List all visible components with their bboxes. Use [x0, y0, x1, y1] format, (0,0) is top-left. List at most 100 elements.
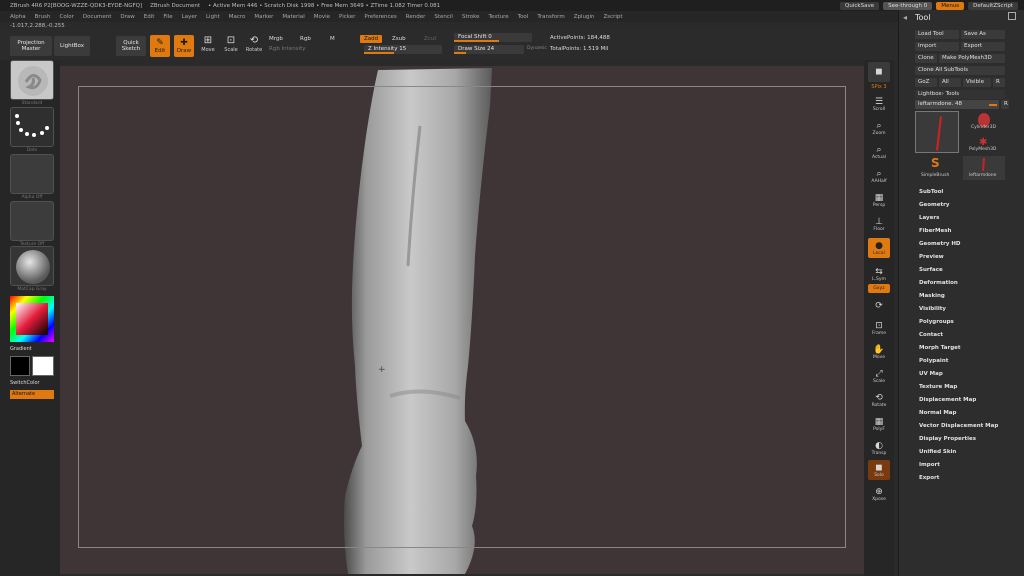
- menu-preferences[interactable]: Preferences: [364, 14, 396, 20]
- menu-material[interactable]: Material: [282, 14, 304, 20]
- menu-stencil[interactable]: Stencil: [434, 14, 453, 20]
- lsym-button[interactable]: ⇆ L.Sym: [868, 264, 890, 284]
- current-tool-slider[interactable]: leftarmdone. 48: [915, 100, 999, 109]
- frame-button[interactable]: ⊡ Frame: [868, 318, 890, 338]
- solo-button[interactable]: ◼ Solo: [868, 460, 890, 480]
- spix-slider[interactable]: SPix 3: [868, 82, 890, 92]
- texture-thumbnail[interactable]: [10, 201, 54, 241]
- color-picker[interactable]: [10, 296, 54, 342]
- rotate-button[interactable]: ⟲ Rotate: [244, 35, 264, 57]
- bpr-button[interactable]: ◼: [868, 62, 890, 82]
- focal-shift-slider[interactable]: Focal Shift 0: [454, 33, 532, 42]
- xyz-rotate-button[interactable]: ⟳: [868, 296, 890, 316]
- draw-size-slider[interactable]: Draw Size 24: [454, 45, 524, 54]
- menu-layer[interactable]: Layer: [182, 14, 197, 20]
- scale-button[interactable]: ⊡ Scale: [221, 35, 241, 57]
- section-masking[interactable]: Masking: [919, 293, 945, 299]
- section-surface[interactable]: Surface: [919, 267, 943, 273]
- quick-sketch-button[interactable]: Quick Sketch: [116, 36, 146, 56]
- tool-thumb-cylinder[interactable]: Cylinder3D: [963, 111, 1005, 131]
- section-visibility[interactable]: Visibility: [919, 306, 946, 312]
- menu-file[interactable]: File: [163, 14, 172, 20]
- menu-picker[interactable]: Picker: [339, 14, 355, 20]
- material-thumbnail[interactable]: [10, 246, 54, 286]
- menu-brush[interactable]: Brush: [35, 14, 51, 20]
- gxyz-button[interactable]: Gxyz: [868, 284, 890, 293]
- r-small-button[interactable]: R: [1001, 100, 1009, 109]
- tool-thumb-simplebrush[interactable]: S SimpleBrush: [915, 156, 959, 180]
- local-button[interactable]: ● Local: [868, 238, 890, 258]
- xpose-button[interactable]: ⊕ Xpose: [868, 484, 890, 504]
- menu-marker[interactable]: Marker: [254, 14, 273, 20]
- scroll-button[interactable]: ☰ Scroll: [868, 94, 890, 114]
- actual-button[interactable]: ⌕ Actual: [868, 142, 890, 162]
- section-texture-map[interactable]: Texture Map: [919, 384, 957, 390]
- clone-button[interactable]: Clone: [915, 54, 937, 63]
- tool-thumb-leftarm-2[interactable]: leftarmdone: [963, 156, 1005, 180]
- tool-palette-title[interactable]: Tool: [915, 13, 931, 22]
- lightbox-button[interactable]: LightBox: [54, 36, 90, 56]
- collapse-icon[interactable]: ◂: [903, 13, 907, 22]
- tool-thumb-leftarm[interactable]: [915, 111, 959, 153]
- make-polymesh-button[interactable]: Make PolyMesh3D: [939, 54, 1005, 63]
- menu-transform[interactable]: Transform: [537, 14, 564, 20]
- transp-button[interactable]: ◐ Transp: [868, 438, 890, 458]
- switch-color-button[interactable]: SwitchColor: [10, 380, 40, 386]
- section-unified-skin[interactable]: Unified Skin: [919, 449, 956, 455]
- section-display-properties[interactable]: Display Properties: [919, 436, 976, 442]
- menu-draw[interactable]: Draw: [120, 14, 134, 20]
- menu-alpha[interactable]: Alpha: [10, 14, 26, 20]
- menu-texture[interactable]: Texture: [489, 14, 509, 20]
- draw-button[interactable]: ✚ Draw: [174, 35, 194, 57]
- menu-render[interactable]: Render: [406, 14, 426, 20]
- gradient-label[interactable]: Gradient: [10, 346, 32, 352]
- stroke-thumbnail[interactable]: [10, 107, 54, 147]
- section-fibermesh[interactable]: FiberMesh: [919, 228, 951, 234]
- section-morph-target[interactable]: Morph Target: [919, 345, 961, 351]
- menu-light[interactable]: Light: [206, 14, 220, 20]
- quicksave-button[interactable]: QuickSave: [840, 1, 880, 10]
- m-toggle[interactable]: M: [330, 36, 335, 42]
- section-vector-displacement-map[interactable]: Vector Displacement Map: [919, 423, 998, 429]
- brush-thumbnail[interactable]: [10, 60, 54, 100]
- clone-all-subtools-button[interactable]: Clone All SubTools: [915, 66, 1005, 75]
- goz-r-button[interactable]: R: [993, 78, 1005, 87]
- section-subtool[interactable]: SubTool: [919, 189, 943, 195]
- section-preview[interactable]: Preview: [919, 254, 944, 260]
- secondary-color-swatch[interactable]: [32, 356, 54, 376]
- projection-master-button[interactable]: Projection Master: [10, 36, 52, 56]
- polyf-button[interactable]: ▦ PolyF: [868, 414, 890, 434]
- move-button[interactable]: ⊞ Move: [198, 35, 218, 57]
- alpha-thumbnail[interactable]: [10, 154, 54, 194]
- import-tool-button[interactable]: Import: [915, 42, 959, 51]
- menus-button[interactable]: Menus: [936, 1, 965, 10]
- menu-tool[interactable]: Tool: [518, 14, 529, 20]
- section-import[interactable]: Import: [919, 462, 940, 468]
- load-tool-button[interactable]: Load Tool: [915, 30, 959, 39]
- section-normal-map[interactable]: Normal Map: [919, 410, 956, 416]
- goz-visible-button[interactable]: Visible: [963, 78, 991, 87]
- rotate-view-button[interactable]: ⟲ Rotate: [868, 390, 890, 410]
- menu-macro[interactable]: Macro: [229, 14, 246, 20]
- menu-zscript[interactable]: Zscript: [603, 14, 622, 20]
- goz-all-button[interactable]: All: [939, 78, 961, 87]
- zsub-toggle[interactable]: Zsub: [392, 36, 406, 42]
- zoom-button[interactable]: ⌕ Zoom: [868, 118, 890, 138]
- section-polygroups[interactable]: Polygroups: [919, 319, 954, 325]
- save-as-button[interactable]: Save As: [961, 30, 1005, 39]
- palette-popout-icon[interactable]: [1008, 12, 1016, 20]
- rgb-intensity-slider[interactable]: Rgb Intensity: [269, 46, 306, 52]
- lightbox-tools-button[interactable]: Lightbox› Tools: [915, 90, 1005, 99]
- section-export[interactable]: Export: [919, 475, 939, 481]
- move-view-button[interactable]: ✋ Move: [868, 342, 890, 362]
- scale-view-button[interactable]: ⤢ Scale: [868, 366, 890, 386]
- menu-movie[interactable]: Movie: [314, 14, 330, 20]
- section-displacement-map[interactable]: Displacement Map: [919, 397, 976, 403]
- menu-stroke[interactable]: Stroke: [462, 14, 480, 20]
- section-deformation[interactable]: Deformation: [919, 280, 958, 286]
- section-geometry[interactable]: Geometry: [919, 202, 949, 208]
- aahalf-button[interactable]: ⌕ AAHalf: [868, 166, 890, 186]
- menu-edit[interactable]: Edit: [144, 14, 155, 20]
- see-through-slider[interactable]: See-through 0: [883, 1, 933, 10]
- zcut-toggle[interactable]: Zcut: [424, 36, 436, 42]
